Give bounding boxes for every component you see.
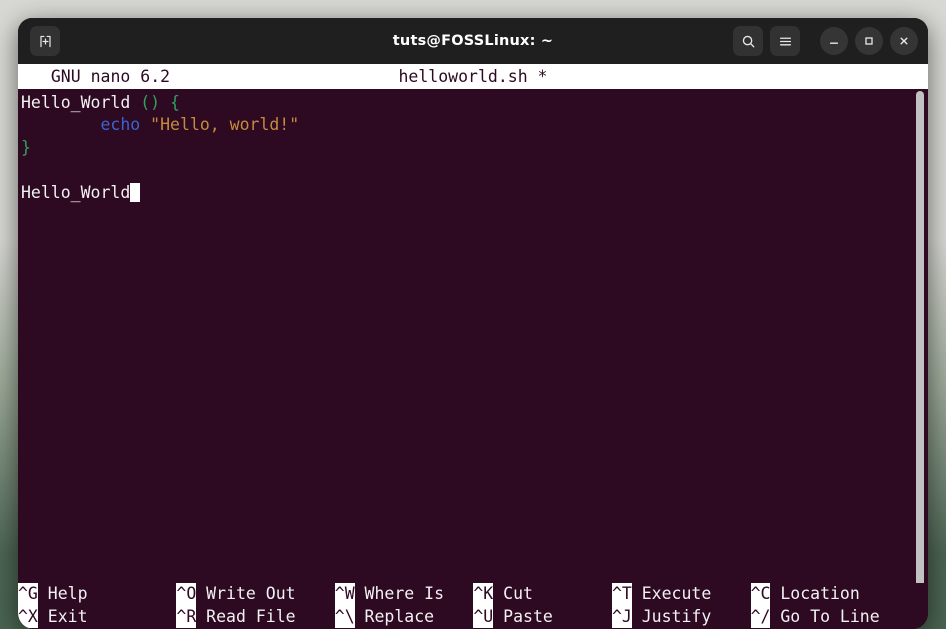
code-token: () xyxy=(140,93,161,112)
shortcut-location[interactable]: ^C Location xyxy=(750,583,909,606)
shortcut-label: Exit xyxy=(47,606,88,626)
shortcut-key: ^K xyxy=(473,583,494,606)
code-token: echo xyxy=(100,115,141,135)
code-line: Hello_World xyxy=(21,182,928,204)
shortcut-key: ^U xyxy=(473,605,494,629)
shortcut-label: Help xyxy=(47,584,88,604)
shortcut-key: ^J xyxy=(611,605,632,629)
shortcut-label: Execute xyxy=(641,584,712,604)
shortcut-key: ^G xyxy=(18,583,38,606)
code-token: "Hello, world!" xyxy=(150,115,300,135)
terminal-scrollbar[interactable] xyxy=(915,89,925,627)
shortcut-label: Replace xyxy=(364,606,435,626)
new-tab-icon[interactable] xyxy=(30,26,60,56)
shortcut-paste[interactable]: ^U Paste xyxy=(473,605,612,629)
minimize-icon[interactable] xyxy=(820,27,848,55)
shortcut-read-file[interactable]: ^R Read File xyxy=(176,605,334,629)
shortcut-execute[interactable]: ^T Execute xyxy=(611,583,751,606)
shortcut-where-is[interactable]: ^W Where Is xyxy=(334,583,474,606)
shortcut-key: ^C xyxy=(750,583,771,606)
window-controls xyxy=(733,26,918,56)
shortcut-key: ^R xyxy=(176,605,197,629)
shortcut-key: ^T xyxy=(611,583,632,606)
shortcut-justify[interactable]: ^J Justify xyxy=(611,605,751,629)
shortcut-row: ^G Help ^O Write Out ^W Where Is ^K Cut ^T Execut… xyxy=(18,583,928,606)
shortcut-label: Where Is xyxy=(364,584,445,604)
hamburger-menu-icon[interactable] xyxy=(770,26,800,56)
nano-title-bar: GNU nano 6.2 helloworld.sh * xyxy=(18,64,928,89)
shortcut-key: ^W xyxy=(334,583,355,606)
code-token: } xyxy=(21,137,31,157)
shortcut-key: ^\ xyxy=(334,605,355,629)
shortcut-help[interactable]: ^G Help xyxy=(18,583,176,606)
code-token: { xyxy=(170,93,180,112)
shortcut-label: Paste xyxy=(503,606,553,626)
terminal-content[interactable]: GNU nano 6.2 helloworld.sh * Hello_World… xyxy=(18,64,928,629)
shortcut-label: Write Out xyxy=(206,584,296,604)
shortcut-key: ^/ xyxy=(750,605,771,629)
scrollbar-thumb[interactable] xyxy=(916,91,924,624)
shortcut-label: Justify xyxy=(641,606,712,626)
nano-editor-area[interactable]: Hello_World () { echo "Hello, world!"} He… xyxy=(18,89,928,204)
close-icon[interactable] xyxy=(890,27,918,55)
nano-shortcut-bar: ^G Help ^O Write Out ^W Where Is ^K Cut ^T Execut… xyxy=(18,583,928,629)
code-line: echo "Hello, world!" xyxy=(21,114,928,136)
code-token: Hello_World xyxy=(21,93,141,112)
shortcut-exit[interactable]: ^X Exit xyxy=(18,605,176,629)
code-token: Hello_World xyxy=(21,182,131,202)
nano-filename-label: helloworld.sh * xyxy=(398,67,548,86)
shortcut-write-out[interactable]: ^O Write Out xyxy=(176,583,334,606)
shortcut-key: ^O xyxy=(176,583,197,606)
shortcut-key: ^X xyxy=(18,605,38,629)
window-titlebar[interactable]: tuts@FOSSLinux: ~ xyxy=(18,18,928,64)
shortcut-replace[interactable]: ^\ Replace xyxy=(334,605,474,629)
code-line: } xyxy=(21,137,928,159)
shortcut-label: Location xyxy=(780,584,860,604)
shortcut-go-to-line[interactable]: ^/ Go To Line xyxy=(750,605,909,629)
search-icon[interactable] xyxy=(733,26,763,56)
shortcut-label: Go To Line xyxy=(780,606,880,626)
shortcut-label: Read File xyxy=(206,606,296,626)
maximize-icon[interactable] xyxy=(855,27,883,55)
code-line: Hello_World () { xyxy=(21,92,928,114)
terminal-window: tuts@FOSSLinux: ~ GNU nano 6.2 helloworl… xyxy=(18,18,928,629)
shortcut-cut[interactable]: ^K Cut xyxy=(473,583,612,606)
shortcut-row: ^X Exit ^R Read File ^\ Replace ^U Paste ^J Justi… xyxy=(18,605,928,629)
text-cursor xyxy=(130,182,141,202)
shortcut-label: Cut xyxy=(503,584,533,604)
